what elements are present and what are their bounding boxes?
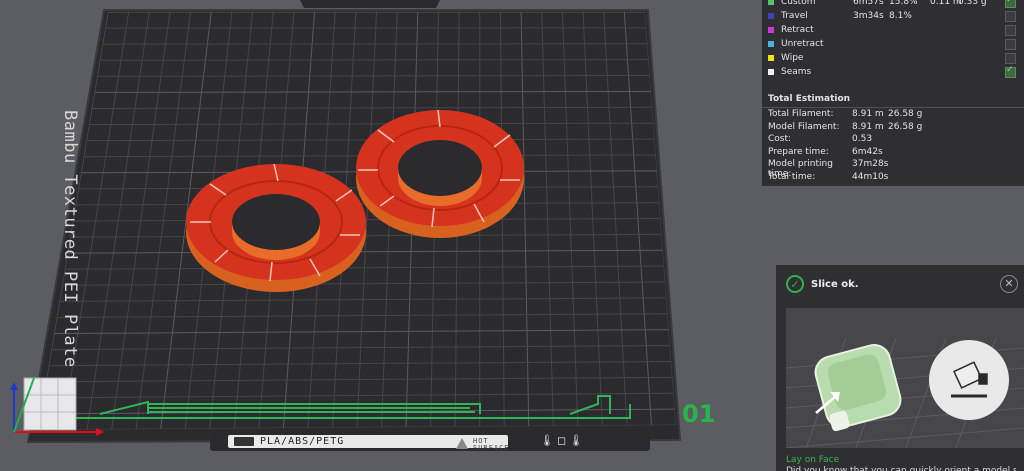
estimation-v2: 26.58 g (888, 109, 923, 119)
square-icon: ◻ (556, 434, 567, 447)
legend-swatch (768, 0, 774, 5)
estimation-row: Prepare time: 6m42s (768, 147, 948, 159)
estimation-row: Total time: 44m10s (768, 172, 948, 184)
estimation-label: Prepare time: (768, 146, 829, 157)
estimation-v1: 8.91 m (852, 121, 884, 132)
tip-image (786, 308, 1024, 448)
legend-label: Retract (781, 25, 814, 35)
legend-visibility-checkbox[interactable] (1005, 10, 1016, 22)
estimation-row: Model printing time: 37m28s (768, 159, 948, 179)
legend-label: Unretract (781, 39, 824, 49)
slice-status: ✓ Slice ok. (786, 273, 859, 295)
legend-visibility-checkbox[interactable] (1005, 24, 1016, 36)
legend-row-seams: Seams (768, 65, 1016, 78)
plate-number[interactable]: 01 (682, 400, 715, 428)
estimation-label: Total Filament: (768, 109, 834, 119)
legend-row-wipe: Wipe (768, 52, 1016, 64)
tip-title[interactable]: Lay on Face (786, 455, 839, 465)
check-circle-icon: ✓ (786, 275, 804, 293)
legend-label: Custom (781, 0, 816, 7)
estimation-row: Total Filament: 8.91 m 26.58 g (768, 109, 948, 121)
legend-percent: 15.8% (889, 0, 918, 7)
material-tag: PLA/ABS/PETG HOT SURFACE (228, 435, 509, 452)
legend-label: Travel (781, 11, 808, 21)
legend-label: Wipe (781, 53, 804, 63)
legend-label: Seams (781, 67, 812, 77)
material-label: PLA/ABS/PETG (260, 436, 345, 447)
estimation-label: Cost: (768, 134, 792, 144)
estimation-v2 (888, 147, 948, 159)
legend-percent: 8.1% (889, 11, 912, 21)
material-icon (234, 437, 254, 446)
plate-name-label: Bambu Textured PEI Plate (60, 110, 80, 368)
estimation-v1: 37m28s (852, 159, 889, 169)
legend-time: 3m34s (853, 11, 884, 21)
estimation-v1: 44m10s (852, 171, 889, 182)
plate-material-strip: PLA/ABS/PETG HOT SURFACE 🌡 ◻ 🌡 (210, 432, 650, 452)
divider (762, 107, 1024, 108)
temperature-icon-2: 🌡 (569, 434, 584, 447)
legend-swatch (768, 41, 774, 47)
warning-triangle-icon (456, 438, 468, 449)
estimation-label: Total time: (768, 171, 816, 182)
estimation-v2 (888, 172, 948, 184)
hot-surface-warning: HOT SURFACE (456, 438, 510, 452)
slice-notification: ✓ Slice ok. ✕ Lay on Face Did you know t… (776, 265, 1024, 471)
legend-swatch (768, 13, 774, 19)
slice-status-text: Slice ok. (811, 278, 859, 290)
legend-row-travel: Travel 3m34s 8.1% (768, 10, 1016, 22)
legend-visibility-checkbox[interactable] (1005, 38, 1016, 50)
lay-on-face-illustration (786, 337, 1024, 448)
legend-visibility-checkbox[interactable] (1005, 52, 1016, 64)
total-estimation-title: Total Estimation (768, 94, 851, 104)
legend-visibility-checkbox[interactable] (1005, 65, 1016, 78)
plate-top-handle (300, 0, 440, 8)
legend-swatch (768, 27, 774, 33)
legend-swatch (768, 69, 774, 75)
estimation-v1: 6m42s (852, 146, 883, 157)
estimation-v2 (888, 159, 948, 171)
legend-swatch (768, 55, 774, 61)
estimation-v2: 26.58 g (888, 121, 923, 132)
close-button[interactable]: ✕ (1000, 275, 1018, 293)
temperature-icon: 🌡 (540, 434, 554, 447)
estimation-label: Model Filament: (768, 121, 840, 132)
legend-weight: 0.33 g (958, 0, 987, 7)
legend-row-custom: Custom 6m57s 15.8% 0.11 m 0.33 g (768, 0, 1016, 8)
tip-description: Did you know that you can quickly orient… (786, 466, 1016, 471)
legend-time: 6m57s (853, 0, 884, 7)
legend-row-retract: Retract (768, 24, 1016, 36)
estimation-v2 (888, 134, 948, 146)
plate-icons: 🌡 ◻ 🌡 (540, 434, 583, 447)
estimation-row: Cost: 0.53 (768, 134, 948, 146)
legend-row-unretract: Unretract (768, 38, 1016, 50)
estimation-v1: 8.91 m (852, 109, 884, 119)
estimation-label: Model printing time: (768, 159, 833, 179)
part-ring-left (186, 163, 366, 292)
surface-label: SURFACE (473, 444, 510, 452)
estimation-v1: 0.53 (852, 134, 873, 144)
gcode-legend-panel: Custom6m57s15.8%0.11 m0.33 gTravel3m34s8… (762, 0, 1024, 186)
part-ring-right (356, 109, 524, 238)
legend-visibility-checkbox[interactable] (1005, 0, 1016, 8)
estimation-row: Model Filament: 8.91 m 26.58 g (768, 122, 948, 134)
